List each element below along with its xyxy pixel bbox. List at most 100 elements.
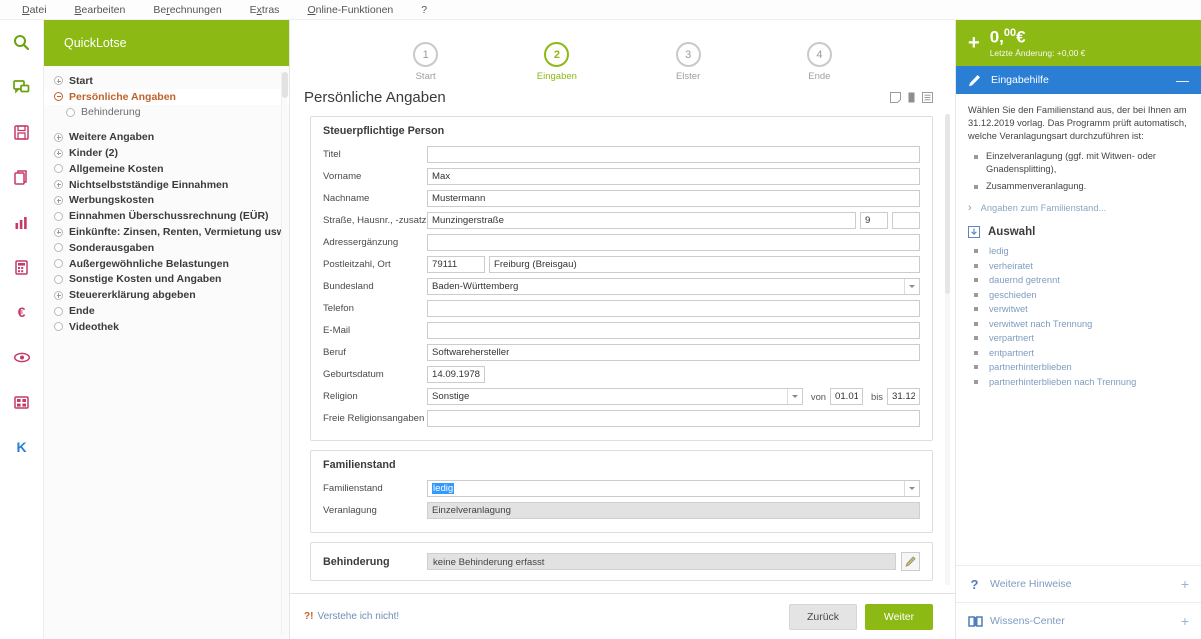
beruf-input[interactable] <box>427 344 920 361</box>
bullet-icon[interactable] <box>54 274 63 284</box>
sidebar-item-allgemeine-kosten[interactable]: Allgemeine Kosten <box>44 161 289 177</box>
minimize-icon[interactable]: — <box>1176 74 1189 87</box>
vorname-input[interactable] <box>427 168 920 185</box>
menu-item-extras[interactable]: Extras <box>236 0 294 20</box>
chevron-down-icon[interactable] <box>904 279 919 294</box>
titel-input[interactable] <box>427 146 920 163</box>
sidebar-scrollbar[interactable] <box>281 72 288 635</box>
sidebar-item-sonstige-kosten-und-angaben[interactable]: Sonstige Kosten und Angaben <box>44 272 289 288</box>
adressergänzung-input[interactable] <box>427 234 920 251</box>
expand-icon[interactable] <box>54 180 63 190</box>
bullet-icon[interactable] <box>54 211 63 221</box>
sidebar-item-werbungskosten[interactable]: Werbungskosten <box>44 193 289 209</box>
bullet-icon[interactable] <box>66 107 75 117</box>
pencil-icon[interactable] <box>901 552 920 571</box>
save-icon[interactable] <box>0 110 44 155</box>
bullet-icon[interactable] <box>54 259 63 269</box>
sidebar-item-start[interactable]: Start <box>44 73 289 89</box>
freie-religionsangaben-input[interactable] <box>427 410 920 427</box>
religion-von-input[interactable] <box>830 388 864 405</box>
expand-icon[interactable]: + <box>1181 577 1189 591</box>
birthdate-input[interactable] <box>427 366 485 383</box>
postal-code-input[interactable] <box>427 256 485 273</box>
expand-icon[interactable]: + <box>1181 614 1189 628</box>
familienstand-option-dauernd-getrennt[interactable]: dauernd getrennt <box>968 275 1189 285</box>
sidebar-item-einnahmen-berschussrechnung-e-r[interactable]: Einnahmen Überschussrechnung (EÜR) <box>44 208 289 224</box>
chevron-down-icon[interactable] <box>904 481 919 496</box>
copy-icon[interactable] <box>0 155 44 200</box>
sidebar-item-sonderausgaben[interactable]: Sonderausgaben <box>44 240 289 256</box>
city-input[interactable] <box>489 256 920 273</box>
back-button[interactable]: Zurück <box>789 603 857 630</box>
e-mail-input[interactable] <box>427 322 920 339</box>
familienstand-option-partnerhinterblieben-nach-trennung[interactable]: partnerhinterblieben nach Trennung <box>968 377 1189 387</box>
sidebar-scrollbar-thumb[interactable] <box>282 72 288 98</box>
religion-select[interactable]: Sonstige <box>427 388 803 405</box>
familienstand-option-geschieden[interactable]: geschieden <box>968 290 1189 300</box>
weitere-hinweise-item[interactable]: ? Weitere Hinweise + <box>956 565 1201 602</box>
menu-item-datei[interactable]: Datei <box>8 0 61 20</box>
step-start[interactable]: 1 Start <box>381 42 471 82</box>
bullet-icon[interactable] <box>54 164 63 174</box>
familienstand-option-ledig[interactable]: ledig <box>968 246 1189 256</box>
familienstand-option-verheiratet[interactable]: verheiratet <box>968 261 1189 271</box>
sidebar-item-weitere-angaben[interactable]: Weitere Angaben <box>44 129 289 145</box>
familienstand-option-entpartnert[interactable]: entpartnert <box>968 348 1189 358</box>
expand-icon[interactable] <box>54 227 63 237</box>
house-number-input[interactable] <box>860 212 888 229</box>
bullet-icon[interactable] <box>54 306 63 316</box>
help-link[interactable]: ?! Verstehe ich nicht! <box>304 611 399 622</box>
eye-icon[interactable] <box>0 335 44 380</box>
bullet-icon[interactable] <box>54 322 63 332</box>
sidebar-item-pers-nliche-angaben[interactable]: Persönliche Angaben <box>44 88 289 105</box>
familienstand-detail-link[interactable]: › Angaben zum Familienstand... <box>968 202 1189 214</box>
chat-icon[interactable] <box>0 65 44 110</box>
step-elster[interactable]: 3 Elster <box>643 42 733 82</box>
familienstand-option-partnerhinterblieben[interactable]: partnerhinterblieben <box>968 362 1189 372</box>
euro-icon[interactable]: € <box>0 290 44 335</box>
eingabehilfe-header[interactable]: Eingabehilfe — <box>956 66 1201 94</box>
wissens-center-item[interactable]: Wissens-Center + <box>956 602 1201 639</box>
sidebar-item-nichtselbstst-ndige-einnahmen[interactable]: Nichtselbstständige Einnahmen <box>44 177 289 193</box>
bar-chart-icon[interactable] <box>0 200 44 245</box>
sidebar-item-behinderung[interactable]: Behinderung <box>44 105 289 121</box>
form-scrollbar-thumb[interactable] <box>945 114 950 294</box>
nachname-input[interactable] <box>427 190 920 207</box>
calculator-icon[interactable] <box>0 245 44 290</box>
sidebar-item-au-ergew-hnliche-belastungen[interactable]: Außergewöhnliche Belastungen <box>44 256 289 272</box>
note-icon[interactable] <box>890 91 901 103</box>
house-suffix-input[interactable] <box>892 212 920 229</box>
menu-item-online-funktionen[interactable]: Online-Funktionen <box>293 0 407 20</box>
familienstand-select[interactable]: ledig <box>427 480 920 497</box>
street-input[interactable] <box>427 212 856 229</box>
menu-item-berechnungen[interactable]: Berechnungen <box>139 0 235 20</box>
religion-bis-input[interactable] <box>887 388 920 405</box>
bullet-icon[interactable] <box>54 243 63 253</box>
sidebar-item-videothek[interactable]: Videothek <box>44 319 289 335</box>
bookmark-icon[interactable] <box>908 92 915 103</box>
familienstand-option-verpartnert[interactable]: verpartnert <box>968 333 1189 343</box>
step-ende[interactable]: 4 Ende <box>774 42 864 82</box>
search-icon[interactable] <box>0 20 44 65</box>
familienstand-value[interactable]: ledig <box>428 483 904 494</box>
bundesland-select[interactable]: Baden-Württemberg <box>427 278 920 295</box>
list-icon[interactable] <box>922 91 933 103</box>
expand-icon[interactable] <box>54 290 63 300</box>
sidebar-item-kinder-2[interactable]: Kinder (2) <box>44 145 289 161</box>
sidebar-item-eink-nfte-zinsen-renten-vermietung-usw[interactable]: Einkünfte: Zinsen, Renten, Vermietung us… <box>44 224 289 240</box>
familienstand-option-verwitwet[interactable]: verwitwet <box>968 304 1189 314</box>
sidebar-item-ende[interactable]: Ende <box>44 303 289 319</box>
menu-item-help[interactable]: ? <box>407 0 441 20</box>
sidebar-item-steuererkl-rung-abgeben[interactable]: Steuererklärung abgeben <box>44 287 289 303</box>
menu-item-bearbeiten[interactable]: Bearbeiten <box>61 0 140 20</box>
grid-icon[interactable] <box>0 380 44 425</box>
expand-icon[interactable] <box>54 132 63 142</box>
collapse-icon[interactable] <box>54 92 63 102</box>
next-button[interactable]: Weiter <box>865 603 933 630</box>
expand-icon[interactable] <box>54 76 63 86</box>
expand-icon[interactable] <box>54 195 63 205</box>
expand-icon[interactable] <box>54 148 63 158</box>
telefon-input[interactable] <box>427 300 920 317</box>
form-scrollbar[interactable] <box>944 114 951 585</box>
chevron-down-icon[interactable] <box>786 389 802 404</box>
